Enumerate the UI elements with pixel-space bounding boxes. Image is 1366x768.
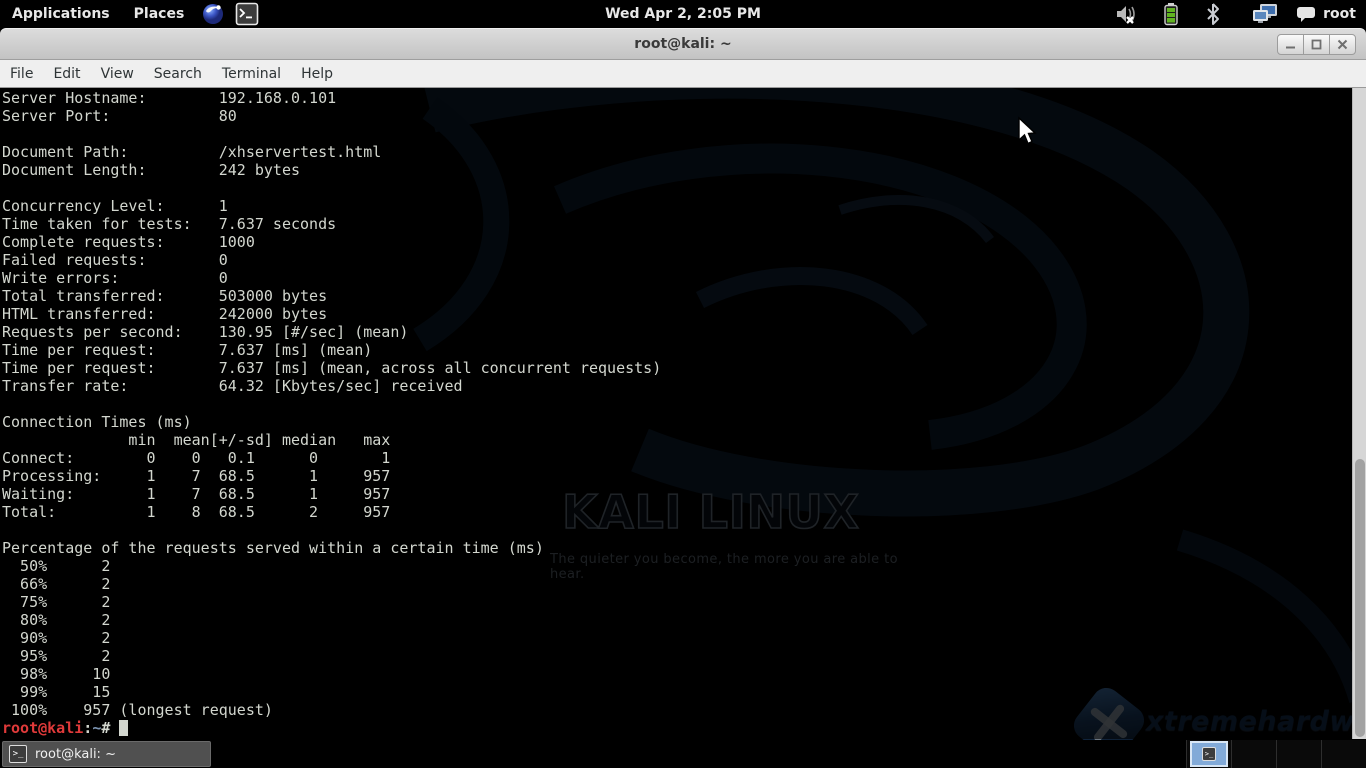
battery-icon[interactable] (1163, 0, 1179, 28)
menu-edit[interactable]: Edit (43, 60, 90, 88)
menu-help[interactable]: Help (291, 60, 343, 88)
window-titlebar[interactable]: root@kali: ~ (0, 28, 1366, 60)
taskbar-window-button[interactable]: >_ root@kali: ~ (2, 741, 211, 767)
terminal-icon: >_ (9, 745, 27, 763)
terminal-menubar: File Edit View Search Terminal Help (0, 60, 1366, 88)
desktop: KALI LINUX The quieter you become, the m… (0, 0, 1366, 768)
applications-menu[interactable]: Applications (0, 0, 122, 28)
terminal-window: root@kali: ~ File Edit View Search Termi… (0, 28, 1366, 740)
volume-muted-icon[interactable] (1115, 0, 1141, 28)
terminal-cursor (119, 720, 128, 736)
workspace-switcher: >_ (1186, 740, 1366, 768)
chat-icon[interactable] (1295, 0, 1317, 28)
prompt-path: ~ (92, 719, 101, 737)
menu-search[interactable]: Search (144, 60, 212, 88)
shell-prompt: root@kali:~# (0, 719, 1366, 737)
workspace-cell-3[interactable] (1276, 740, 1321, 768)
menu-view[interactable]: View (91, 60, 144, 88)
scrollbar-thumb[interactable] (1355, 459, 1365, 737)
places-menu[interactable]: Places (122, 0, 197, 28)
terminal-screen[interactable]: Server Hostname: 192.168.0.101 Server Po… (0, 88, 1366, 739)
bluetooth-icon[interactable] (1205, 0, 1221, 28)
workspace-cell-2[interactable] (1231, 740, 1276, 768)
close-button[interactable] (1329, 34, 1356, 55)
bottom-panel: >_ root@kali: ~ >_ (0, 740, 1366, 768)
menu-terminal[interactable]: Terminal (212, 60, 291, 88)
terminal-output: Server Hostname: 192.168.0.101 Server Po… (0, 88, 1366, 719)
network-icon[interactable] (1251, 0, 1281, 28)
workspace-cell-4[interactable] (1321, 740, 1366, 768)
prompt-user-host: root@kali (2, 719, 83, 737)
maximize-button[interactable] (1303, 34, 1330, 55)
iceweasel-icon[interactable] (200, 1, 226, 27)
terminal-icon: >_ (1202, 747, 1216, 761)
user-menu[interactable]: root (1323, 6, 1360, 22)
workspace-active-window: >_ (1190, 741, 1228, 767)
top-panel: Applications Places Wed Apr 2, 2:05 PM (0, 0, 1366, 28)
menu-file[interactable]: File (0, 60, 43, 88)
terminal-launcher-icon[interactable] (234, 1, 260, 27)
taskbar-window-label: root@kali: ~ (35, 747, 116, 762)
workspace-cell-1[interactable]: >_ (1186, 740, 1231, 768)
terminal-scrollbar[interactable] (1352, 88, 1366, 739)
window-title: root@kali: ~ (634, 36, 731, 52)
minimize-button[interactable] (1277, 34, 1304, 55)
